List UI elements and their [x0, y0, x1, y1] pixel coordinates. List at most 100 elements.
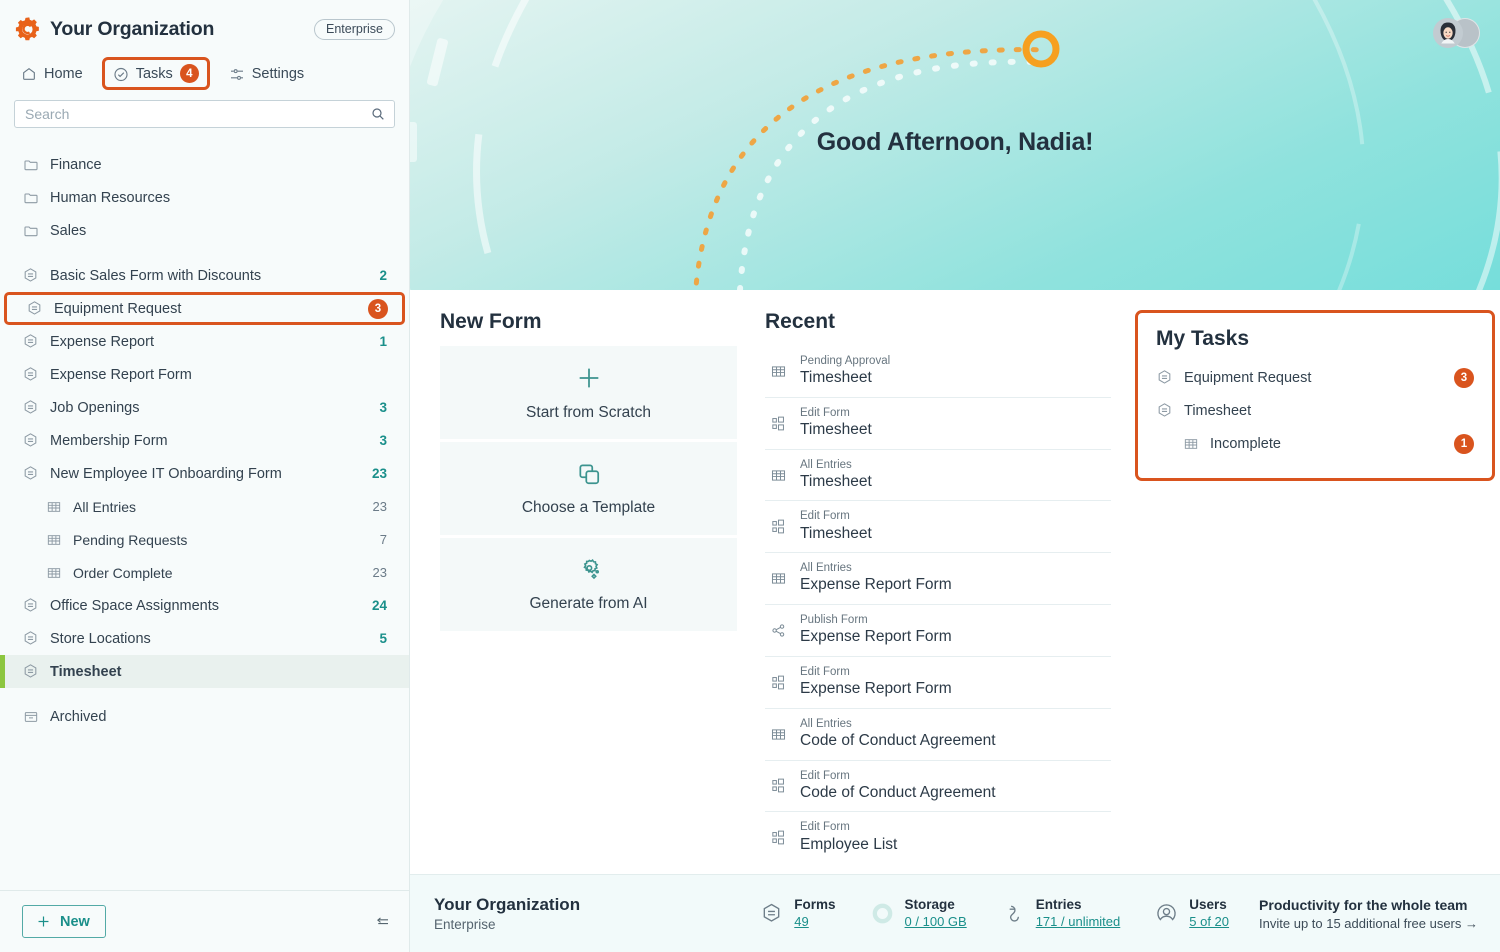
recent-item[interactable]: Edit Form Expense Report Form [765, 657, 1111, 709]
nav-tab-home[interactable]: Home [12, 59, 92, 89]
form-count: 24 [371, 598, 387, 613]
recent-item-name: Timesheet [800, 472, 872, 490]
stat-users-value[interactable]: 5 of 20 [1189, 914, 1229, 929]
app-root: Your Organization Enterprise Home Tasks … [0, 0, 1500, 952]
choose-a-template-card[interactable]: Choose a Template [440, 442, 737, 536]
task-item-timesheet[interactable]: Timesheet [1156, 394, 1474, 427]
form-icon [1156, 402, 1173, 419]
recent-item-name: Code of Conduct Agreement [800, 783, 996, 801]
form-icon [759, 901, 784, 926]
recent-item[interactable]: Edit Form Timesheet [765, 398, 1111, 450]
generate-from-ai-card[interactable]: Generate from AI [440, 538, 737, 632]
form-item-expense-report[interactable]: Expense Report 1 [0, 325, 409, 358]
recent-item-kind: All Entries [800, 717, 852, 730]
form-label: Basic Sales Form with Discounts [50, 267, 262, 284]
form-icon [22, 630, 39, 647]
footer-promo-subtitle[interactable]: Invite up to 15 additional free users → [1259, 916, 1478, 931]
form-item-equipment-request[interactable]: Equipment Request 3 [4, 292, 405, 325]
search-icon[interactable] [370, 106, 386, 122]
folder-item-sales[interactable]: Sales [0, 214, 409, 247]
hero-greeting: Good Afternoon, Nadia! [816, 128, 1094, 156]
task-item-label: Timesheet [1184, 402, 1252, 419]
new-button[interactable]: New [22, 905, 106, 938]
form-icon [22, 597, 39, 614]
organization-title: Your Organization [50, 18, 215, 40]
subview-item-order-complete[interactable]: Order Complete 23 [0, 556, 409, 589]
nav-tab-settings[interactable]: Settings [220, 59, 313, 89]
folder-item-finance[interactable]: Finance [0, 148, 409, 181]
form-item-office-space-assignments[interactable]: Office Space Assignments 24 [0, 589, 409, 622]
recent-item-name: Expense Report Form [800, 576, 952, 594]
user-avatar[interactable] [1433, 18, 1480, 48]
form-blocks-icon [769, 673, 787, 691]
search-input[interactable] [25, 106, 370, 122]
form-item-job-openings[interactable]: Job Openings 3 [0, 391, 409, 424]
plan-badge: Enterprise [314, 19, 395, 40]
recent-item-name: Timesheet [800, 524, 872, 542]
form-item-new-employee-it-onboarding-form[interactable]: New Employee IT Onboarding Form 23 [0, 457, 409, 490]
footer-promo[interactable]: Productivity for the whole team Invite u… [1259, 897, 1478, 931]
tree-divider-gap-2 [0, 688, 409, 700]
form-item-expense-report-form[interactable]: Expense Report Form [0, 358, 409, 391]
recent-item[interactable]: All Entries Timesheet [765, 450, 1111, 502]
primary-nav: Home Tasks 4 Settings [0, 51, 409, 100]
form-icon [1156, 369, 1173, 386]
folder-label: Finance [50, 156, 102, 173]
stat-storage: Storage 0 / 100 GB [870, 896, 967, 929]
table-icon [45, 531, 62, 548]
recent-item-kind: All Entries [800, 458, 852, 471]
subview-item-pending-requests[interactable]: Pending Requests 7 [0, 523, 409, 556]
recent-item-kind: Edit Form [800, 821, 850, 834]
nav-tab-home-label: Home [44, 65, 83, 82]
nav-tab-tasks[interactable]: Tasks 4 [101, 57, 210, 90]
stat-entries: Entries 171 / unlimited [1001, 897, 1121, 929]
archive-icon [22, 708, 39, 725]
form-item-timesheet[interactable]: Timesheet [0, 655, 409, 688]
entries-icon [1001, 901, 1026, 926]
form-label: Timesheet [50, 663, 122, 680]
form-item-membership-form[interactable]: Membership Form 3 [0, 424, 409, 457]
recent-item-name: Code of Conduct Agreement [800, 731, 996, 749]
plus-icon [35, 913, 52, 930]
form-item-store-locations[interactable]: Store Locations 5 [0, 622, 409, 655]
footer-org-plan: Enterprise [434, 917, 496, 932]
archived-item[interactable]: Archived [0, 700, 409, 733]
recent-item[interactable]: Edit Form Employee List [765, 812, 1111, 863]
stat-entries-value[interactable]: 171 / unlimited [1036, 914, 1121, 929]
folder-icon [22, 189, 39, 206]
task-count-badge: 3 [1454, 367, 1474, 388]
task-item-equipment-request[interactable]: Equipment Request 3 [1156, 361, 1474, 394]
new-form-title: New Form [440, 310, 542, 333]
recent-item[interactable]: All Entries Code of Conduct Agreement [765, 709, 1111, 761]
recent-item-kind: Pending Approval [800, 355, 891, 367]
recent-item[interactable]: Edit Form Code of Conduct Agreement [765, 761, 1111, 813]
recent-item-kind: All Entries [800, 562, 852, 575]
task-item-incomplete[interactable]: Incomplete 1 [1156, 427, 1474, 460]
task-item-label: Equipment Request [1184, 369, 1312, 386]
search-box[interactable] [14, 100, 395, 128]
recent-item[interactable]: Pending Approval Timesheet [765, 346, 1111, 398]
table-icon [1182, 435, 1199, 452]
collapse-sidebar-icon[interactable] [373, 913, 391, 931]
subview-count: 23 [372, 565, 387, 580]
archived-label: Archived [50, 708, 107, 725]
stat-storage-label: Storage [904, 896, 955, 912]
form-count: 23 [371, 466, 387, 481]
form-icon [22, 465, 39, 482]
recent-item[interactable]: Edit Form Timesheet [765, 501, 1111, 554]
start-from-scratch-card[interactable]: Start from Scratch [440, 346, 737, 440]
tasks-count-badge: 4 [179, 64, 199, 83]
form-icon [22, 399, 39, 416]
folder-item-human-resources[interactable]: Human Resources [0, 181, 409, 214]
form-blocks-icon [769, 777, 787, 795]
form-item-basic-sales-form-with-discounts[interactable]: Basic Sales Form with Discounts 2 [0, 259, 409, 292]
stat-storage-value[interactable]: 0 / 100 GB [905, 914, 967, 929]
recent-item[interactable]: Publish Form Expense Report Form [765, 605, 1111, 657]
table-icon [769, 570, 787, 588]
form-icon [22, 432, 39, 449]
recent-item[interactable]: All Entries Expense Report Form [765, 553, 1111, 606]
form-label: Expense Report Form [50, 366, 192, 383]
stat-forms-value[interactable]: 49 [794, 914, 835, 929]
my-tasks-title: My Tasks [1156, 327, 1249, 350]
subview-item-all-entries[interactable]: All Entries 23 [0, 490, 409, 523]
